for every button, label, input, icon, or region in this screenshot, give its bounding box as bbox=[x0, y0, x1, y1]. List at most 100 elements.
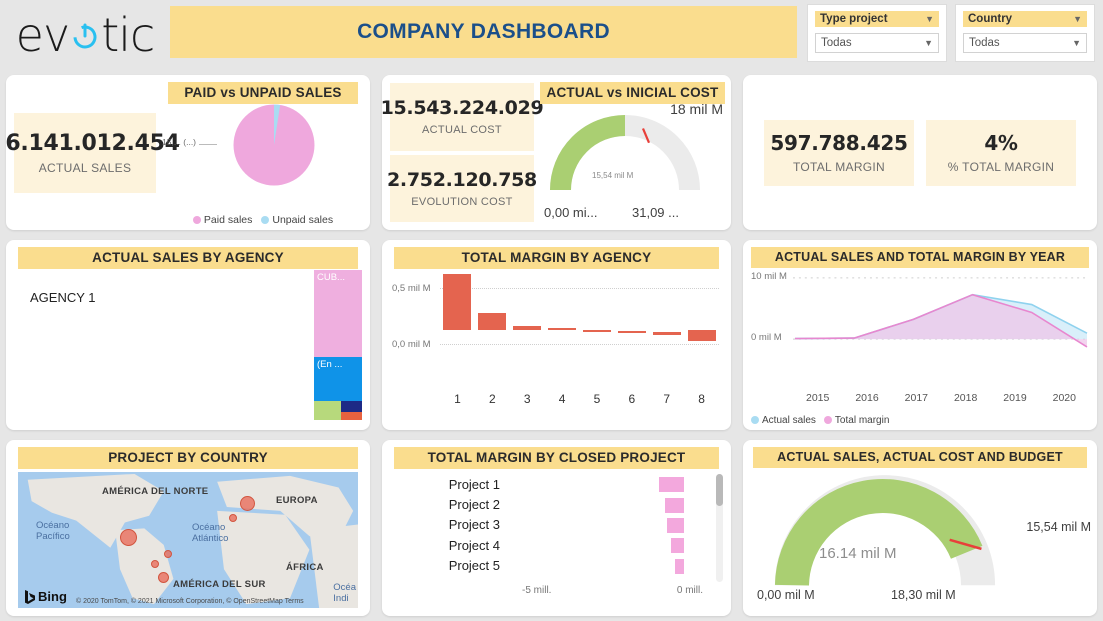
card-sales-margin-by-year[interactable]: ACTUAL SALES AND TOTAL MARGIN BY YEAR 10… bbox=[743, 240, 1097, 430]
dashboard-grid: 16.141.012.454 ACTUAL SALES PAID vs UNPA… bbox=[0, 70, 1103, 621]
x-axis-ticks: 1 2 3 4 5 6 7 8 bbox=[440, 392, 719, 406]
kpi-actual-cost-label: ACTUAL COST bbox=[422, 124, 502, 136]
map-project-by-country[interactable]: AMÉRICA DEL NORTE EUROPA ÁFRICA AMÉRICA … bbox=[18, 472, 358, 608]
cell-actual-vs-inicial: 15.543.224.029 ACTUAL COST 2.752.120.758… bbox=[376, 70, 737, 235]
table-row bbox=[688, 330, 716, 341]
hbar-track bbox=[510, 557, 703, 575]
slicer-type-project[interactable]: Type project ▼ Todas ▼ bbox=[807, 4, 947, 62]
page-title-text: COMPANY DASHBOARD bbox=[357, 20, 610, 44]
card-actual-vs-inicial-cost[interactable]: 15.543.224.029 ACTUAL COST 2.752.120.758… bbox=[382, 75, 731, 230]
slicer-country[interactable]: Country ▼ Todas ▼ bbox=[955, 4, 1095, 62]
kpi-actual-sales-label: ACTUAL SALES bbox=[39, 161, 132, 175]
chevron-down-icon[interactable]: ▼ bbox=[925, 15, 934, 24]
kpi-evolution-cost: 2.752.120.758 EVOLUTION COST bbox=[390, 155, 534, 223]
y-tick-lower: 0,0 mil M bbox=[392, 339, 431, 350]
chevron-down-icon[interactable]: ▼ bbox=[1072, 39, 1081, 48]
card-total-margin[interactable]: 597.788.425 TOTAL MARGIN 4% % TOTAL MARG… bbox=[743, 75, 1097, 230]
gauge-actual-vs-inicial[interactable] bbox=[550, 115, 700, 193]
treemap-tile-4[interactable] bbox=[341, 401, 362, 412]
treemap-tile-3[interactable] bbox=[314, 401, 341, 420]
map-pin-europe-small[interactable] bbox=[229, 514, 237, 522]
list-item: Project 2 bbox=[392, 496, 703, 514]
list-item: Project 5 bbox=[392, 557, 703, 575]
card-total-margin-by-agency[interactable]: TOTAL MARGIN BY AGENCY 0,5 mil M 0,0 mil… bbox=[382, 240, 731, 430]
agency-label: AGENCY 1 bbox=[30, 290, 96, 305]
card-actual-sales-by-agency[interactable]: ACTUAL SALES BY AGENCY AGENCY 1 CUB... (… bbox=[6, 240, 370, 430]
bar-column bbox=[510, 288, 545, 378]
legend-label-total-margin: Total margin bbox=[835, 415, 889, 426]
list-item: Project 1 bbox=[392, 475, 703, 493]
slicer-country-header[interactable]: Country ▼ bbox=[963, 11, 1087, 27]
treemap-tile-en[interactable]: (En ... bbox=[314, 357, 362, 402]
slicer-type-project-label: Type project bbox=[820, 13, 888, 25]
x-tick: 0 mill. bbox=[677, 585, 703, 596]
map-pin-mexico[interactable] bbox=[120, 529, 137, 546]
map-label-ocean-pacific: OcéanoPacífico bbox=[36, 520, 70, 542]
hbar-bar bbox=[667, 518, 684, 533]
table-row bbox=[513, 326, 541, 330]
legend-item-total-margin[interactable]: Total margin bbox=[824, 415, 889, 426]
pie-chart-paid-unpaid[interactable] bbox=[230, 101, 318, 189]
slicer-type-project-select[interactable]: Todas ▼ bbox=[815, 33, 939, 53]
legend-item-actual-sales[interactable]: Actual sales bbox=[751, 415, 816, 426]
hbar-x-axis: -5 mill. 0 mill. bbox=[522, 585, 703, 596]
treemap-tile-label: CUB... bbox=[317, 272, 345, 283]
hbar-track bbox=[510, 496, 703, 514]
legend-item-paid-sales[interactable]: Paid sales bbox=[193, 214, 252, 226]
gauge-target-label: 15,54 mil M bbox=[1026, 520, 1091, 534]
y-tick-upper: 0,5 mil M bbox=[392, 283, 431, 294]
area-chart-sales-margin[interactable] bbox=[793, 272, 1089, 371]
card-title-project-by-country: PROJECT BY COUNTRY bbox=[18, 447, 358, 469]
card-paid-unpaid-sales[interactable]: 16.141.012.454 ACTUAL SALES PAID vs UNPA… bbox=[6, 75, 370, 230]
x-tick: 2 bbox=[475, 392, 510, 406]
kpi-pct-total-margin: 4% % TOTAL MARGIN bbox=[926, 120, 1076, 186]
bar-column bbox=[440, 288, 475, 378]
map-pin-south-america-3[interactable] bbox=[158, 572, 169, 583]
y-tick-lower: 0 mil M bbox=[751, 332, 782, 343]
dashboard-header: ev tic COMPANY DASHBOARD Type project ▼ … bbox=[0, 0, 1103, 70]
kpi-total-margin: 597.788.425 TOTAL MARGIN bbox=[764, 120, 914, 186]
map-pin-south-america-2[interactable] bbox=[151, 560, 159, 568]
hbar-bar bbox=[671, 538, 684, 553]
bing-logo[interactable]: Bing bbox=[24, 589, 67, 604]
hbar-track bbox=[510, 475, 703, 493]
slicer-country-select[interactable]: Todas ▼ bbox=[963, 33, 1087, 53]
legend-item-unpaid-sales[interactable]: Unpaid sales bbox=[261, 214, 333, 226]
chevron-down-icon[interactable]: ▼ bbox=[924, 39, 933, 48]
brand-logo: ev tic bbox=[0, 0, 170, 70]
treemap-tile-5[interactable] bbox=[341, 412, 362, 420]
card-total-margin-by-closed-project[interactable]: TOTAL MARGIN BY CLOSED PROJECT Project 1… bbox=[382, 440, 731, 616]
kpi-actual-sales: 16.141.012.454 ACTUAL SALES bbox=[14, 113, 156, 193]
hbar-row-label: Project 4 bbox=[392, 538, 510, 553]
treemap-tile-cuba[interactable]: CUB... bbox=[314, 270, 362, 357]
x-tick: 6 bbox=[614, 392, 649, 406]
table-row bbox=[653, 332, 681, 335]
slicer-type-project-header[interactable]: Type project ▼ bbox=[815, 11, 939, 27]
bar-chart-margin-by-agency[interactable] bbox=[440, 288, 719, 378]
hbar-track bbox=[510, 516, 703, 534]
kpi-total-margin-value: 597.788.425 bbox=[770, 131, 907, 155]
card-title-margin-by-agency: TOTAL MARGIN BY AGENCY bbox=[394, 247, 719, 269]
scrollbar-thumb[interactable] bbox=[716, 474, 723, 506]
map-label-ocean-indian: OcéaIndi bbox=[333, 582, 356, 604]
gauge-max-label: 18,30 mil M bbox=[891, 588, 956, 602]
map-pin-south-america-1[interactable] bbox=[164, 550, 172, 558]
cell-sales-margin-by-year: ACTUAL SALES AND TOTAL MARGIN BY YEAR 10… bbox=[737, 235, 1103, 435]
cell-project-by-country: PROJECT BY COUNTRY AMÉRICA DEL NORTE EUR… bbox=[0, 435, 376, 621]
card-title-sales-by-agency: ACTUAL SALES BY AGENCY bbox=[18, 247, 358, 269]
table-row bbox=[583, 330, 611, 332]
scrollbar[interactable] bbox=[716, 474, 723, 582]
treemap-sales-by-agency[interactable]: CUB... (En ... bbox=[314, 270, 362, 420]
kpi-pct-total-margin-value: 4% bbox=[984, 131, 1017, 155]
x-tick: -5 mill. bbox=[522, 585, 551, 596]
gauge-sales-cost-budget[interactable] bbox=[769, 474, 1001, 592]
map-pin-europe[interactable] bbox=[240, 496, 255, 511]
card-sales-cost-budget[interactable]: ACTUAL SALES, ACTUAL COST AND BUDGET 15,… bbox=[743, 440, 1097, 616]
x-tick: 8 bbox=[684, 392, 719, 406]
map-label-europe: EUROPA bbox=[276, 495, 318, 506]
kpi-total-margin-label: TOTAL MARGIN bbox=[793, 160, 885, 174]
hbar-chart-closed-projects[interactable]: Project 1 Project 2 Project 3 Project 4 … bbox=[392, 474, 703, 576]
card-project-by-country[interactable]: PROJECT BY COUNTRY AMÉRICA DEL NORTE EUR… bbox=[6, 440, 370, 616]
chevron-down-icon[interactable]: ▼ bbox=[1073, 15, 1082, 24]
map-label-north-america: AMÉRICA DEL NORTE bbox=[102, 486, 208, 497]
